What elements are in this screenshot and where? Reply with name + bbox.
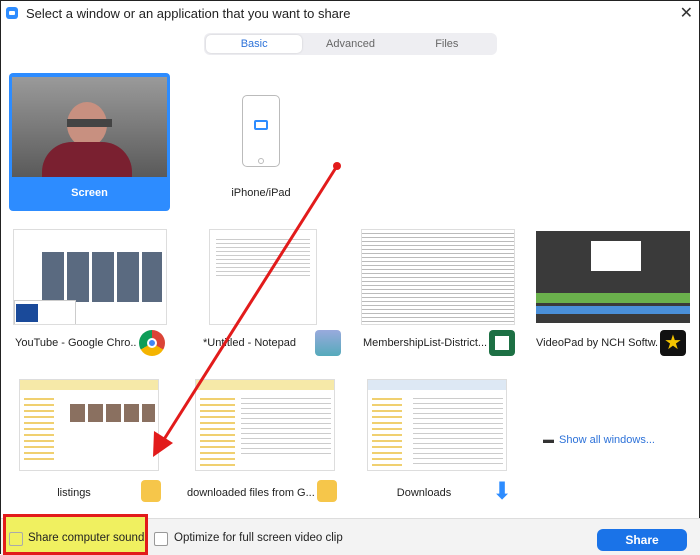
optimize-video-label[interactable]: Optimize for full screen video clip [174,532,343,544]
share-button[interactable]: Share [597,529,687,551]
arrow-head [153,431,173,457]
optimize-video-checkbox[interactable] [154,532,168,546]
share-sound-checkbox[interactable] [9,532,23,546]
arrow-line [161,165,339,442]
red-annotation-arrow [153,162,341,457]
share-sound-label[interactable]: Share computer sound [28,532,144,544]
footer: Share computer sound Optimize for full s… [1,514,700,555]
